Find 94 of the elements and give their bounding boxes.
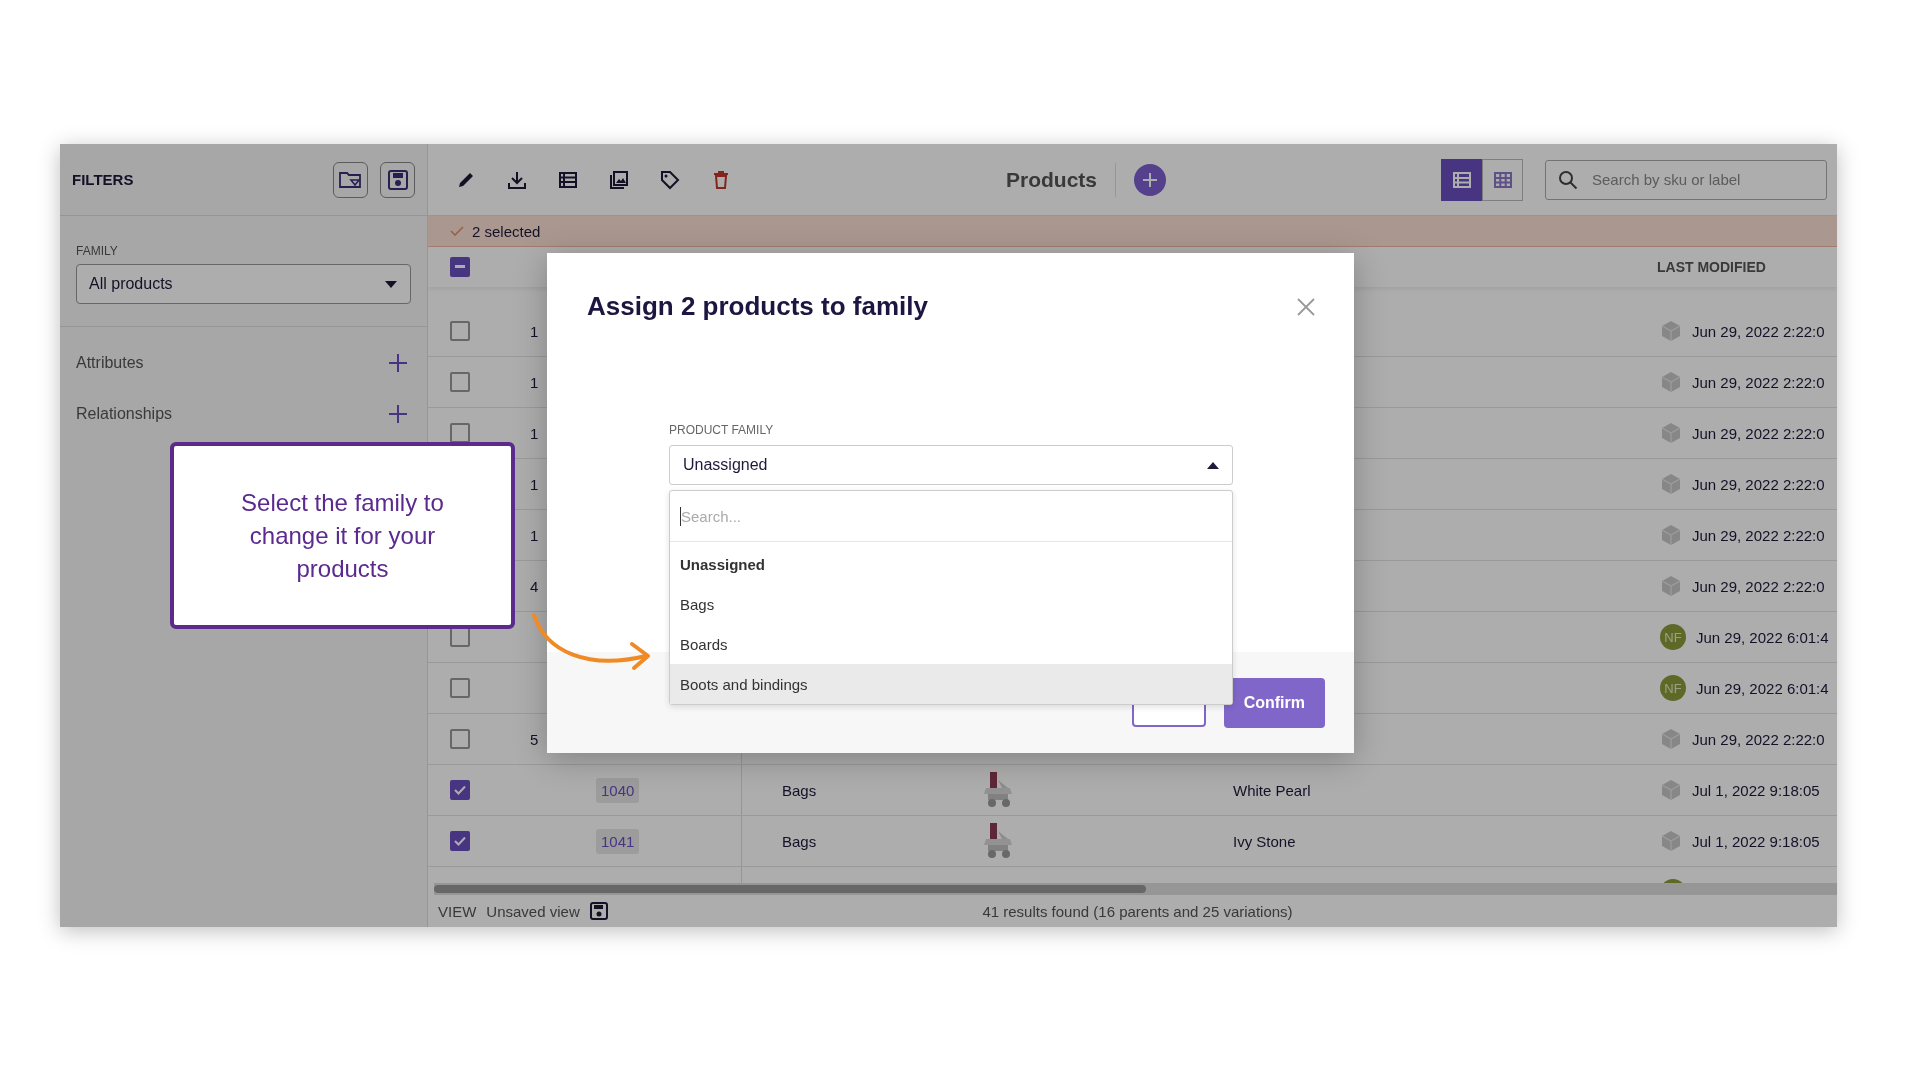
cube-icon [1660,320,1682,342]
select-value: Unassigned [683,456,768,474]
images-icon[interactable] [609,169,629,190]
table-cell: Bags [782,832,817,850]
cube-icon [1660,473,1682,495]
select-value: All products [89,275,173,293]
check-icon [454,836,466,846]
table-cell: Ivy Stone [1233,832,1296,850]
table-cell: Jun 29, 2022 2:22:0 [1692,577,1825,595]
callout-text: Select the family to change it for your products [240,488,445,584]
view-name: Unsaved view [486,902,580,920]
dropdown-option[interactable]: Unassigned [670,544,1232,584]
product-id-badge[interactable]: 1040 [596,777,640,803]
row-checkbox[interactable] [450,321,470,341]
filters-title: FILTERS [72,171,135,188]
search-icon [1558,169,1578,190]
table-cell: White Pearl [1233,781,1311,799]
grid-view-button[interactable] [1482,158,1523,201]
filter-section-label: Attributes [76,353,144,372]
cube-icon [1660,371,1682,393]
table-cell: Jun 29, 2022 2:22:0 [1692,475,1825,493]
close-icon [1296,296,1316,317]
add-icon [1142,171,1158,188]
family-select[interactable]: All products [76,264,411,304]
folder-filter-icon [338,169,363,190]
cube-icon [1660,779,1682,801]
table-cell: Jun 29, 2022 2:22:0 [1692,322,1825,340]
table-cell: 1 [530,322,539,340]
table-cell: Jul 1, 2022 9:18:05 [1692,781,1820,799]
save-icon [387,169,408,190]
family-label: FAMILY [76,244,119,258]
confirm-button[interactable]: Confirm [1223,677,1325,728]
view-label: VIEW [438,902,477,920]
table-cell: 1 [530,475,539,493]
row-checkbox[interactable] [450,678,470,698]
field-label: PRODUCT FAMILY [669,423,775,437]
save-icon[interactable] [589,902,608,920]
download-icon[interactable] [507,169,527,190]
dropdown-option[interactable]: Boards [670,624,1232,664]
check-icon [454,785,466,795]
filter-section-label: Relationships [76,404,173,423]
cube-icon [1660,422,1682,444]
table-cell: 1 [530,424,539,442]
table-cell: Jul 1, 2022 9:18:05 [1692,832,1820,850]
results-count: 41 results found (16 parents and 25 variations) [982,902,1293,920]
table-cell: 1 [530,526,539,544]
list-icon [1452,171,1471,188]
table-cell: 4 [530,577,539,595]
minus-icon [455,265,465,269]
table-cell: Jun 29, 2022 6:01:4 [1696,628,1829,646]
table-cell: Jun 29, 2022 2:22:0 [1692,526,1825,544]
dropdown-option[interactable]: Bags [670,584,1232,624]
grid-icon [1493,171,1512,188]
table-cell: Bags [782,781,817,799]
user-avatar: NF [1660,624,1686,650]
tag-icon[interactable] [660,169,680,190]
save-filter-button[interactable] [380,161,415,198]
table-cell: Jun 29, 2022 2:22:0 [1692,730,1825,748]
close-button[interactable] [1296,296,1316,317]
product-id-badge[interactable]: 1041 [596,828,640,854]
add-button[interactable] [1134,163,1166,196]
dropdown-option[interactable]: Boots and bindings [670,664,1232,704]
caret-icon [384,279,398,289]
filter-folder-button[interactable] [333,161,368,198]
column-header: LAST MODIFIED [1656,259,1767,275]
table-cell: Jun 29, 2022 2:22:0 [1692,424,1825,442]
list-icon[interactable] [558,169,578,190]
add-icon[interactable] [389,353,407,372]
select-all-checkbox[interactable] [450,257,470,277]
search-input[interactable]: Search by sku or label [1590,170,1814,189]
cube-icon [1660,524,1682,546]
check-icon [450,225,464,237]
add-icon[interactable] [389,404,407,423]
family-dropdown[interactable]: Unassigned [669,445,1233,485]
row-checkbox[interactable] [450,831,470,851]
dialog-title: Assign 2 products to family [587,291,928,322]
horizontal-scrollbar[interactable] [434,883,1837,895]
table-cell: Jun 29, 2022 2:22:0 [1692,373,1825,391]
table-cell: 5 [530,730,539,748]
user-avatar: NF [1660,675,1686,701]
cube-icon [1660,830,1682,852]
cube-icon [1660,575,1682,597]
trash-icon[interactable] [711,169,731,190]
caret-icon [1206,460,1220,470]
row-checkbox[interactable] [450,729,470,749]
cube-icon [1660,728,1682,750]
row-checkbox[interactable] [450,780,470,800]
search-field[interactable]: Search by sku or label [1545,159,1827,200]
list-view-button[interactable] [1441,158,1482,201]
table-cell: Jun 29, 2022 6:01:4 [1696,679,1829,697]
table-cell: 1 [530,373,539,391]
page-title: Products [1006,167,1097,192]
row-checkbox[interactable] [450,372,470,392]
selection-count: 2 selected [472,222,541,240]
